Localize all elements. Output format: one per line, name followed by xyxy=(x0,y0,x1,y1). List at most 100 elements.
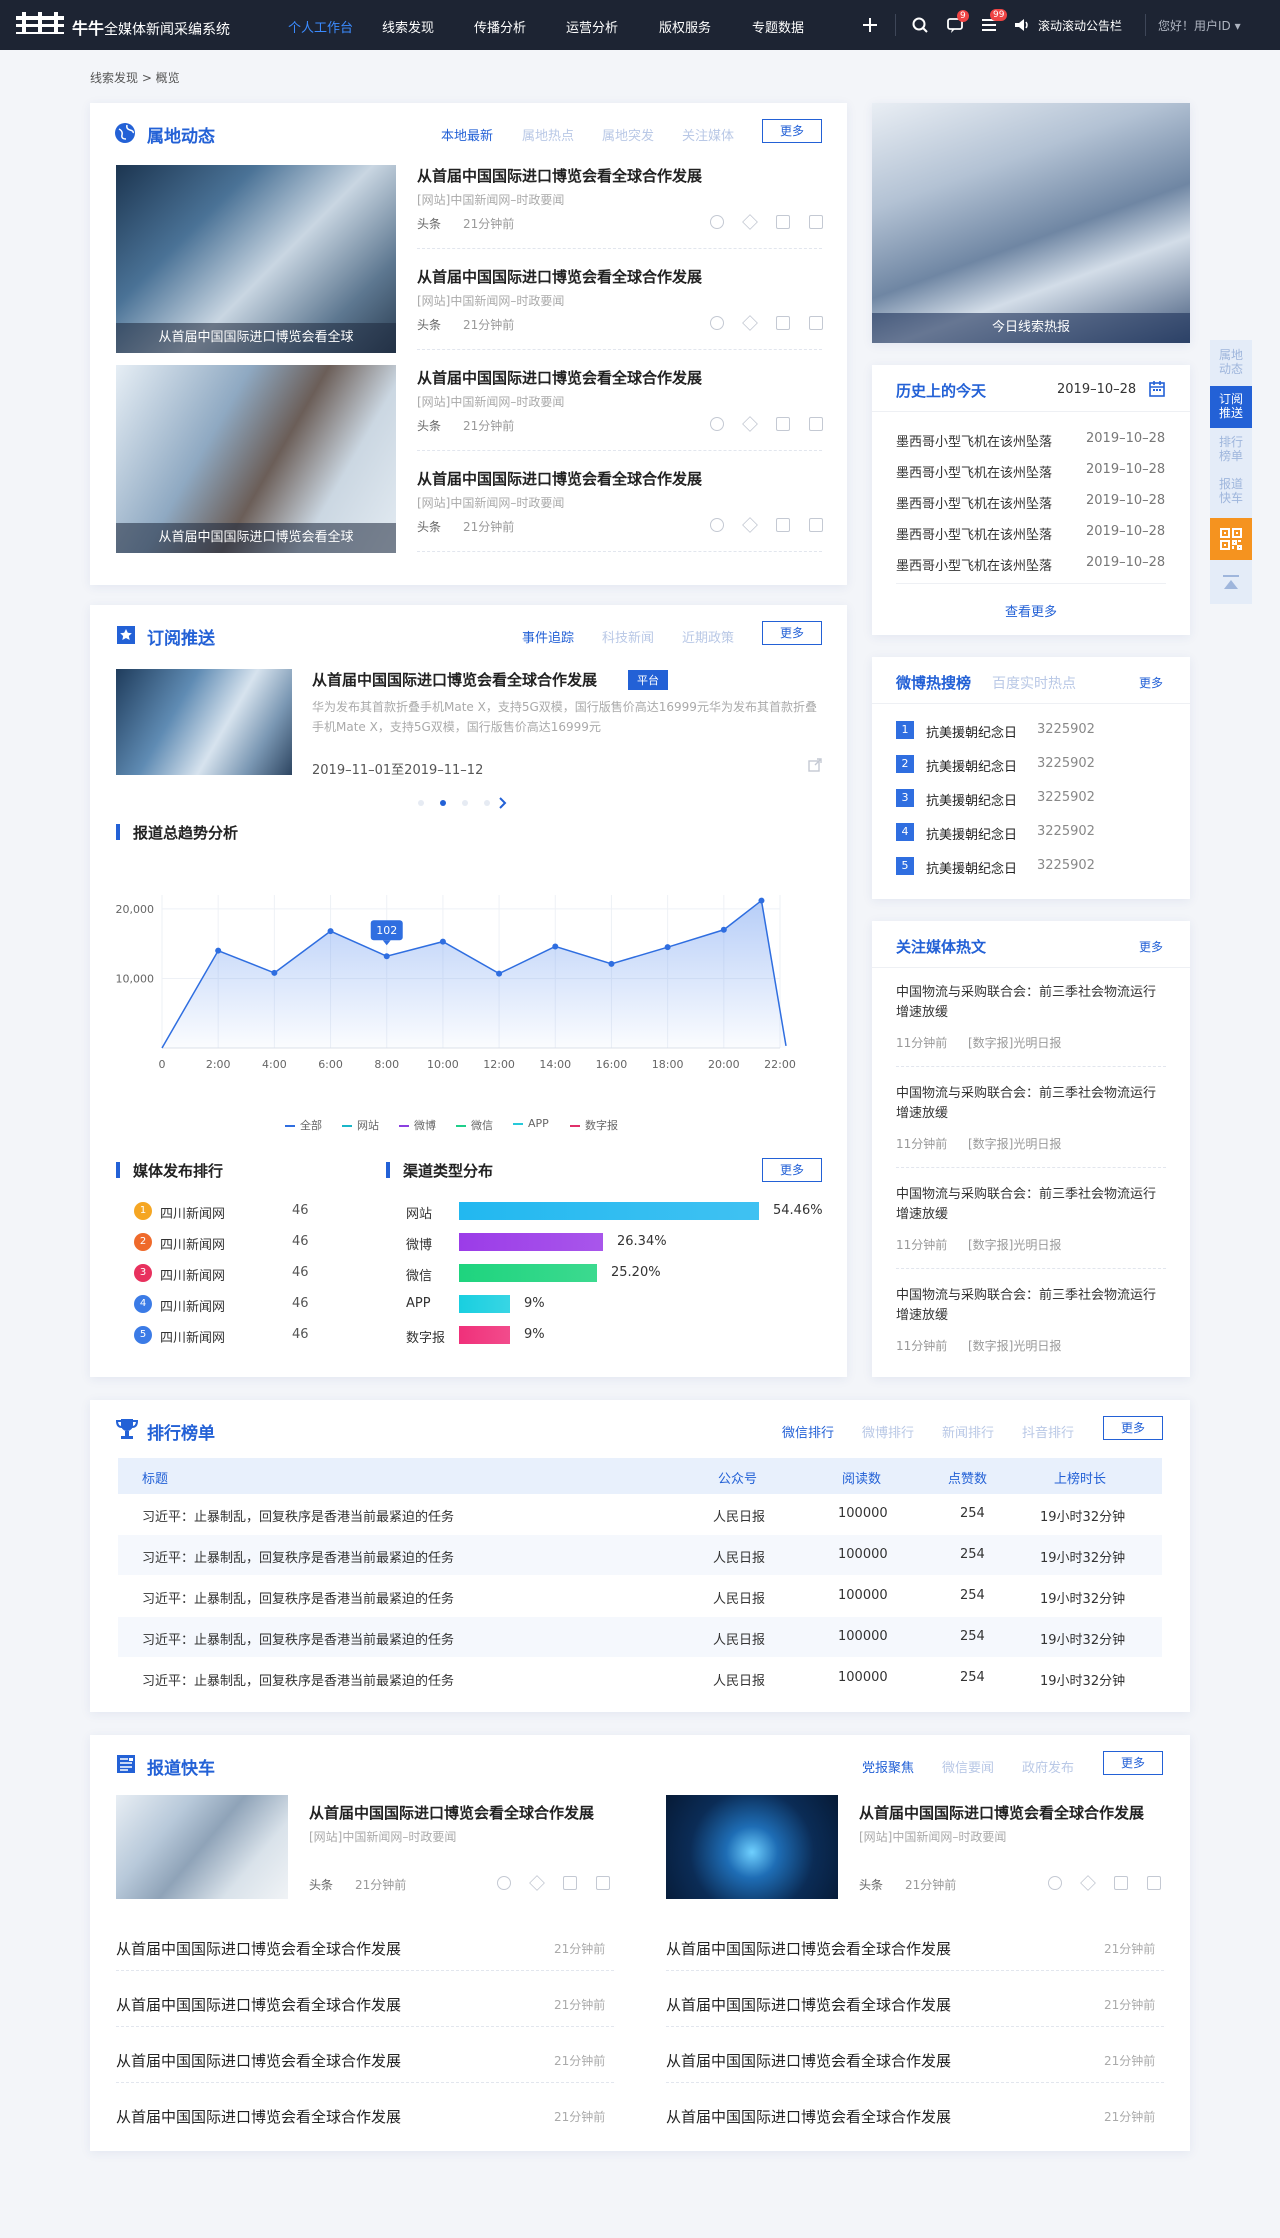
media-name[interactable]: 四川新闻网 xyxy=(160,1265,225,1284)
hot-clue-banner[interactable]: 今日线索热报 xyxy=(872,103,1190,343)
share-icon[interactable] xyxy=(776,417,790,431)
tab-local-breaking[interactable]: 属地突发 xyxy=(602,125,654,144)
back-to-top-button[interactable] xyxy=(1210,563,1252,603)
express-headline[interactable]: 从首届中国国际进口博览会看全球合作发展 xyxy=(309,1802,594,1823)
media-name[interactable]: 四川新闻网 xyxy=(160,1234,225,1253)
nav-workspace[interactable]: 个人工作台 xyxy=(288,17,353,36)
star-icon[interactable] xyxy=(1080,1875,1096,1891)
announcement-ticker[interactable]: 滚动滚动公告栏 xyxy=(1038,17,1122,34)
share-icon[interactable] xyxy=(776,316,790,330)
express-list-item[interactable]: 从首届中国国际进口博览会看全球合作发展 xyxy=(666,2050,951,2071)
express-list-item[interactable]: 从首届中国国际进口博览会看全球合作发展 xyxy=(116,2050,401,2071)
tab-government-release[interactable]: 政府发布 xyxy=(1022,1757,1074,1776)
qrcode-button[interactable] xyxy=(1210,518,1252,560)
media-hot-more-link[interactable]: 更多 xyxy=(1139,938,1163,955)
share-icon[interactable] xyxy=(563,1876,577,1890)
table-row[interactable]: 习近平：止暴制乱，回复秩序是香港当前最紧迫的任务 人民日报 100000 254 19小… xyxy=(118,1658,1162,1698)
search-icon[interactable] xyxy=(910,15,930,35)
hot-topic[interactable]: 抗美援朝纪念日 xyxy=(926,756,1017,775)
article-title[interactable]: 中国物流与采购联合会：前三季社会物流运行增速放缓 xyxy=(896,1286,1166,1326)
star-icon[interactable] xyxy=(529,1875,545,1891)
hot-topic[interactable]: 抗美援朝纪念日 xyxy=(926,790,1017,809)
nav-spread-analysis[interactable]: 传播分析 xyxy=(474,17,526,36)
like-icon[interactable] xyxy=(497,1876,511,1890)
news-title[interactable]: 从首届中国国际进口博览会看全球合作发展 xyxy=(417,165,702,186)
row-title[interactable]: 习近平：止暴制乱，回复秩序是香港当前最紧迫的任务 xyxy=(142,1670,454,1689)
subscription-headline[interactable]: 从首届中国国际进口博览会看全球合作发展 xyxy=(312,669,597,690)
nav-copyright-service[interactable]: 版权服务 xyxy=(659,17,711,36)
media-name[interactable]: 四川新闻网 xyxy=(160,1327,225,1346)
tab-douyin-ranking[interactable]: 抖音排行 xyxy=(1022,1422,1074,1441)
local-more-button[interactable]: 更多 xyxy=(762,119,822,143)
media-name[interactable]: 四川新闻网 xyxy=(160,1203,225,1222)
history-item[interactable]: 墨西哥小型飞机在该州坠落 2019–10–28 xyxy=(896,462,1165,481)
sidebar-item-local[interactable]: 属地 动态 xyxy=(1210,348,1252,384)
like-icon[interactable] xyxy=(710,518,724,532)
express-list-item[interactable]: 从首届中国国际进口博览会看全球合作发展 xyxy=(116,2106,401,2127)
article-title[interactable]: 中国物流与采购联合会：前三季社会物流运行增速放缓 xyxy=(896,1084,1166,1124)
user-menu[interactable]: 您好！用户ID ▾ xyxy=(1158,17,1241,34)
pagination-dot[interactable] xyxy=(418,800,424,806)
row-title[interactable]: 习近平：止暴制乱，回复秩序是香港当前最紧迫的任务 xyxy=(142,1506,454,1525)
legend-item[interactable]: 微博 xyxy=(399,1117,436,1133)
nav-operation-analysis[interactable]: 运营分析 xyxy=(566,17,618,36)
hot-topic[interactable]: 抗美援朝纪念日 xyxy=(926,858,1017,877)
history-item[interactable]: 墨西哥小型飞机在该州坠落 2019–10–28 xyxy=(896,431,1165,450)
hot-topic[interactable]: 抗美援朝纪念日 xyxy=(926,722,1017,741)
tab-followed-media[interactable]: 关注媒体 xyxy=(682,125,734,144)
tab-baidu-hot[interactable]: 百度实时热点 xyxy=(992,673,1076,693)
tab-party-paper[interactable]: 党报聚焦 xyxy=(862,1757,914,1776)
edit-icon[interactable] xyxy=(596,1876,610,1890)
table-row[interactable]: 习近平：止暴制乱，回复秩序是香港当前最紧迫的任务 人民日报 100000 254 19小… xyxy=(118,1576,1162,1616)
pagination-dot[interactable] xyxy=(462,800,468,806)
weibo-hot-title[interactable]: 微博热搜榜 xyxy=(896,672,971,693)
legend-item[interactable]: APP xyxy=(513,1117,549,1130)
table-row[interactable]: 习近平：止暴制乱，回复秩序是香港当前最紧迫的任务 人民日报 100000 254 19小… xyxy=(118,1617,1162,1657)
express-image[interactable] xyxy=(116,1795,288,1899)
table-row[interactable]: 习近平：止暴制乱，回复秩序是香港当前最紧迫的任务 人民日报 100000 254 19小… xyxy=(118,1494,1162,1534)
star-icon[interactable] xyxy=(742,315,758,331)
tab-weibo-ranking[interactable]: 微博排行 xyxy=(862,1422,914,1441)
express-list-item[interactable]: 从首届中国国际进口博览会看全球合作发展 xyxy=(116,1938,401,1959)
hot-topic[interactable]: 抗美援朝纪念日 xyxy=(926,824,1017,843)
star-icon[interactable] xyxy=(742,214,758,230)
edit-icon[interactable] xyxy=(809,417,823,431)
tab-event-tracking[interactable]: 事件追踪 xyxy=(522,627,574,646)
tab-recent-policy[interactable]: 近期政策 xyxy=(682,627,734,646)
tab-news-ranking[interactable]: 新闻排行 xyxy=(942,1422,994,1441)
nav-clue-discovery[interactable]: 线索发现 xyxy=(382,17,434,36)
edit-icon[interactable] xyxy=(809,518,823,532)
edit-icon[interactable] xyxy=(1147,1876,1161,1890)
tab-local-latest[interactable]: 本地最新 xyxy=(441,125,493,144)
legend-item[interactable]: 网站 xyxy=(342,1117,379,1133)
share-icon[interactable] xyxy=(776,518,790,532)
row-title[interactable]: 习近平：止暴制乱，回复秩序是香港当前最紧迫的任务 xyxy=(142,1588,454,1607)
pagination-dot[interactable] xyxy=(484,800,490,806)
legend-item[interactable]: 微信 xyxy=(456,1117,493,1133)
star-icon[interactable] xyxy=(742,416,758,432)
tab-wechat-news[interactable]: 微信要闻 xyxy=(942,1757,994,1776)
history-more-link[interactable]: 查看更多 xyxy=(872,601,1190,620)
news-title[interactable]: 从首届中国国际进口博览会看全球合作发展 xyxy=(417,468,702,489)
media-name[interactable]: 四川新闻网 xyxy=(160,1296,225,1315)
row-title[interactable]: 习近平：止暴制乱，回复秩序是香港当前最紧迫的任务 xyxy=(142,1629,454,1648)
history-item[interactable]: 墨西哥小型飞机在该州坠落 2019–10–28 xyxy=(896,555,1165,574)
row-title[interactable]: 习近平：止暴制乱，回复秩序是香港当前最紧迫的任务 xyxy=(142,1547,454,1566)
chevron-right-icon[interactable] xyxy=(498,797,508,809)
history-item[interactable]: 墨西哥小型飞机在该州坠落 2019–10–28 xyxy=(896,493,1165,512)
nav-topic-data[interactable]: 专题数据 xyxy=(752,17,804,36)
tab-tech-news[interactable]: 科技新闻 xyxy=(602,627,654,646)
article-title[interactable]: 中国物流与采购联合会：前三季社会物流运行增速放缓 xyxy=(896,983,1166,1023)
express-more-button[interactable]: 更多 xyxy=(1103,1751,1163,1775)
sidebar-item-express[interactable]: 报道 快车 xyxy=(1210,477,1252,513)
news-image[interactable]: 从首届中国国际进口博览会看全球 xyxy=(116,165,396,353)
subscription-more-button[interactable]: 更多 xyxy=(762,621,822,645)
sidebar-item-subscribe[interactable]: 订阅 推送 xyxy=(1210,386,1252,428)
express-list-item[interactable]: 从首届中国国际进口博览会看全球合作发展 xyxy=(666,2106,951,2127)
channel-more-button[interactable]: 更多 xyxy=(762,1158,822,1182)
subscription-image[interactable] xyxy=(116,669,292,775)
express-headline[interactable]: 从首届中国国际进口博览会看全球合作发展 xyxy=(859,1802,1144,1823)
ranking-more-button[interactable]: 更多 xyxy=(1103,1416,1163,1440)
tab-wechat-ranking[interactable]: 微信排行 xyxy=(782,1422,834,1441)
legend-item[interactable]: 数字报 xyxy=(570,1117,618,1133)
